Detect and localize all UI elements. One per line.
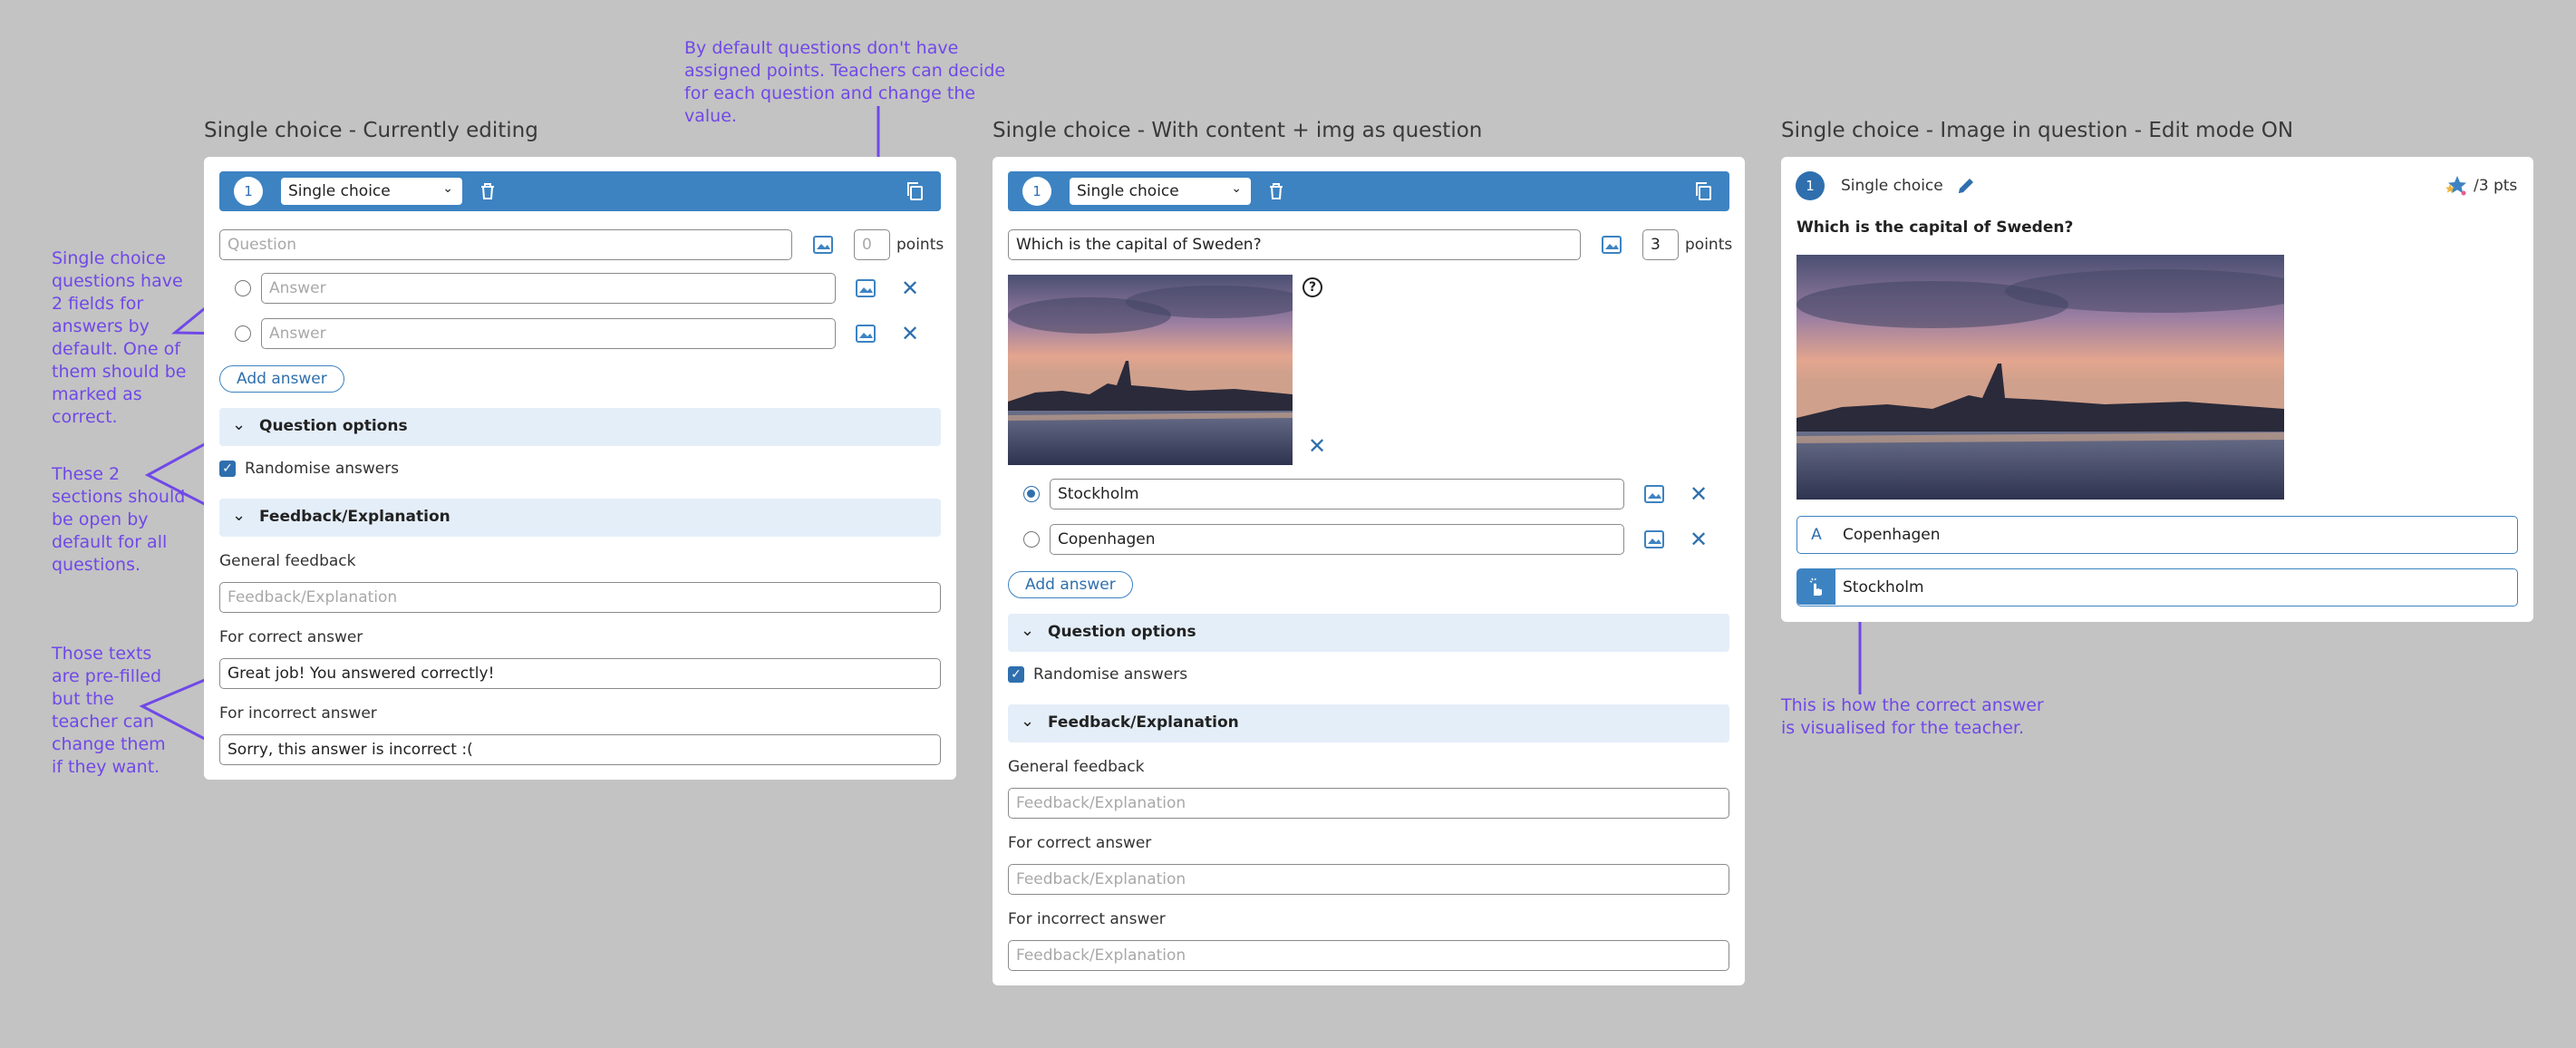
incorrect-feedback-input[interactable]: Feedback/Explanation [1008, 940, 1729, 971]
edit-pencil-icon[interactable] [1955, 175, 1979, 199]
points-label: /3 pts [2474, 177, 2518, 195]
incorrect-answer-label: For incorrect answer [219, 704, 377, 723]
answer-input-2[interactable]: Answer [261, 318, 836, 349]
randomise-checkbox[interactable]: ✓ [219, 461, 236, 477]
add-image-icon[interactable] [810, 232, 836, 257]
answer-radio-1[interactable] [235, 280, 251, 296]
answer-radio-2[interactable] [235, 325, 251, 342]
chevron-down-icon: ⌄ [232, 415, 247, 434]
general-feedback-input[interactable]: Feedback/Explanation [1008, 788, 1729, 819]
correct-feedback-input[interactable]: Feedback/Explanation [1008, 864, 1729, 895]
correct-answer-label: For correct answer [219, 628, 363, 646]
panel1-title: Single choice - Currently editing [204, 119, 538, 142]
correct-answer-label: For correct answer [1008, 834, 1152, 852]
duplicate-icon[interactable] [1691, 180, 1715, 203]
trash-icon[interactable] [1264, 180, 1288, 203]
chevron-down-icon: ⌄ [1021, 621, 1035, 640]
trash-icon[interactable] [476, 180, 499, 203]
question-type-select[interactable]: Single choice ⌄ [281, 178, 462, 205]
note-sections-open: These 2 sections should be open by defau… [52, 464, 186, 575]
add-answer-button[interactable]: Add answer [219, 365, 344, 393]
section-label: Question options [1048, 623, 1196, 641]
question-image [1796, 255, 2284, 500]
remove-answer-icon[interactable]: ✕ [898, 321, 922, 346]
question-type-select[interactable]: Single choice ⌄ [1070, 178, 1251, 205]
question-number: 1 [1022, 177, 1051, 206]
question-type-label: Single choice [1841, 177, 1943, 195]
note-correct-visual: This is how the correct answer is visual… [1781, 695, 2044, 738]
incorrect-answer-label: For incorrect answer [1008, 910, 1166, 928]
question-input[interactable]: Which is the capital of Sweden? [1008, 229, 1581, 260]
randomise-checkbox[interactable]: ✓ [1008, 666, 1024, 683]
panel2-title: Single choice - With content + img as qu… [993, 119, 1483, 142]
chevron-down-icon: ⌄ [1231, 181, 1242, 196]
answer-input-2[interactable]: Copenhagen [1050, 524, 1624, 555]
correct-feedback-input[interactable]: Great job! You answered correctly! [219, 658, 941, 689]
answer-image-icon[interactable] [1641, 481, 1667, 507]
answer-image-icon[interactable] [853, 321, 878, 346]
answer-radio-2[interactable] [1023, 531, 1040, 548]
answer-image-icon[interactable] [853, 276, 878, 301]
question-options-section[interactable]: ⌄ Question options [219, 408, 941, 446]
panel1-card: 1 Single choice ⌄ Question 0 points Answe… [204, 157, 956, 780]
panel1-header: 1 Single choice ⌄ [219, 171, 941, 211]
question-type-label: Single choice [1077, 182, 1179, 200]
answer-option-a[interactable]: A Copenhagen [1796, 516, 2518, 554]
question-text: Which is the capital of Sweden? [1796, 218, 2074, 237]
points-input[interactable]: 3 [1642, 229, 1679, 260]
note-points-default: By default questions don't have assigned… [684, 38, 1006, 126]
points-label: points [896, 236, 944, 254]
question-input[interactable]: Question [219, 229, 792, 260]
note-prefilled-texts: Those texts are pre-filled but the teach… [52, 644, 166, 777]
panel2-card: 1 Single choice ⌄ Which is the capital of… [993, 157, 1745, 985]
randomise-label: Randomise answers [1033, 665, 1188, 684]
points-label: points [1685, 236, 1733, 254]
section-label: Feedback/Explanation [259, 508, 450, 526]
chevron-down-icon: ⌄ [232, 506, 247, 525]
section-label: Question options [259, 417, 408, 435]
remove-answer-icon[interactable]: ✕ [1687, 527, 1710, 552]
incorrect-feedback-input[interactable]: Sorry, this answer is incorrect :( [219, 734, 941, 765]
feedback-section[interactable]: ⌄ Feedback/Explanation [219, 499, 941, 537]
answer-image-icon[interactable] [1641, 527, 1667, 552]
answer-text: Stockholm [1843, 578, 1924, 597]
help-icon[interactable]: ? [1303, 277, 1322, 297]
correct-answer-hand-icon [1797, 569, 1835, 605]
answer-input-1[interactable]: Stockholm [1050, 479, 1624, 509]
question-number: 1 [1796, 171, 1825, 200]
general-feedback-input[interactable]: Feedback/Explanation [219, 582, 941, 613]
panel3-card: 1 Single choice /3 pts Which is the capi… [1781, 157, 2533, 622]
question-options-section[interactable]: ⌄ Question options [1008, 614, 1729, 652]
add-image-icon[interactable] [1599, 232, 1624, 257]
randomise-label: Randomise answers [245, 460, 400, 478]
points-star-icon [2443, 173, 2468, 199]
remove-answer-icon[interactable]: ✕ [898, 276, 922, 301]
question-number: 1 [234, 177, 263, 206]
answer-letter: A [1811, 525, 1822, 544]
panel3-title: Single choice - Image in question - Edit… [1781, 119, 2294, 142]
panel2-header: 1 Single choice ⌄ [1008, 171, 1729, 211]
answer-option-b-correct[interactable]: Stockholm [1796, 568, 2518, 606]
section-label: Feedback/Explanation [1048, 713, 1239, 732]
remove-image-icon[interactable]: ✕ [1305, 433, 1329, 459]
note-answer-fields: Single choice questions have 2 fields fo… [52, 248, 187, 427]
question-image [1008, 275, 1293, 465]
remove-answer-icon[interactable]: ✕ [1687, 481, 1710, 507]
answer-input-1[interactable]: Answer [261, 273, 836, 304]
answer-radio-1[interactable] [1023, 486, 1040, 502]
general-feedback-label: General feedback [1008, 758, 1145, 776]
chevron-down-icon: ⌄ [442, 181, 453, 196]
general-feedback-label: General feedback [219, 552, 356, 570]
answer-text: Copenhagen [1843, 526, 1941, 544]
duplicate-icon[interactable] [903, 180, 926, 203]
chevron-down-icon: ⌄ [1021, 712, 1035, 731]
feedback-section[interactable]: ⌄ Feedback/Explanation [1008, 704, 1729, 742]
add-answer-button[interactable]: Add answer [1008, 571, 1133, 598]
points-input[interactable]: 0 [854, 229, 890, 260]
question-type-label: Single choice [288, 182, 391, 200]
